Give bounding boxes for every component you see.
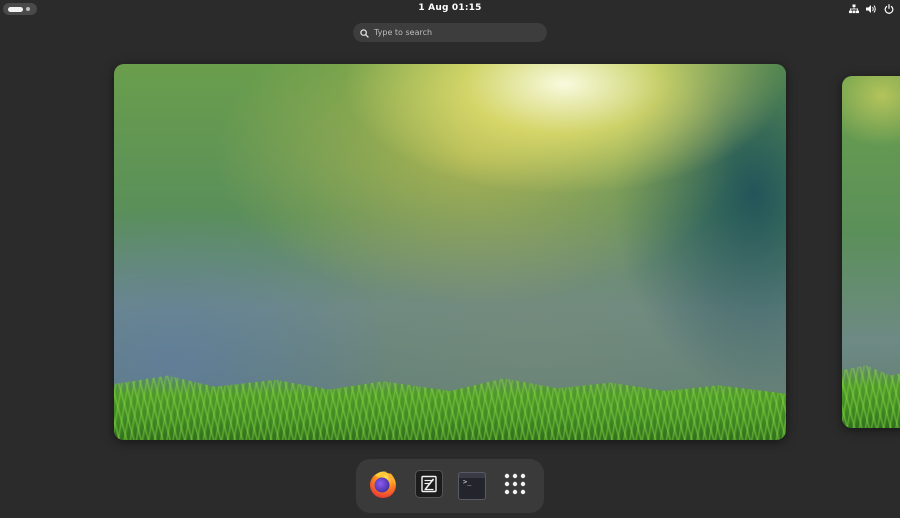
terminal-launcher[interactable]: >_ xyxy=(455,469,489,503)
text-editor-launcher[interactable] xyxy=(412,469,446,503)
show-applications-button[interactable] xyxy=(498,469,532,503)
workspace-thumbnail-active[interactable] xyxy=(114,64,786,440)
network-icon[interactable] xyxy=(849,4,859,14)
app-grid-icon xyxy=(503,472,527,500)
workspace-thumbnail-next[interactable] xyxy=(842,76,900,428)
firefox-icon xyxy=(367,468,399,504)
volume-icon[interactable] xyxy=(866,4,877,14)
dash: >_ xyxy=(356,459,544,513)
text-editor-icon xyxy=(415,470,443,502)
wallpaper xyxy=(114,64,786,440)
firefox-launcher[interactable] xyxy=(366,469,400,503)
search-icon xyxy=(360,23,369,42)
search-placeholder: Type to search xyxy=(374,28,433,37)
terminal-icon: >_ xyxy=(458,472,486,500)
power-icon[interactable] xyxy=(884,4,894,14)
clock[interactable]: 1 Aug 01:15 xyxy=(0,3,900,13)
top-bar: 1 Aug 01:15 xyxy=(0,0,900,18)
search-entry[interactable]: Type to search xyxy=(353,23,547,42)
terminal-prompt-glyph: >_ xyxy=(463,478,472,486)
system-tray[interactable] xyxy=(849,2,894,16)
